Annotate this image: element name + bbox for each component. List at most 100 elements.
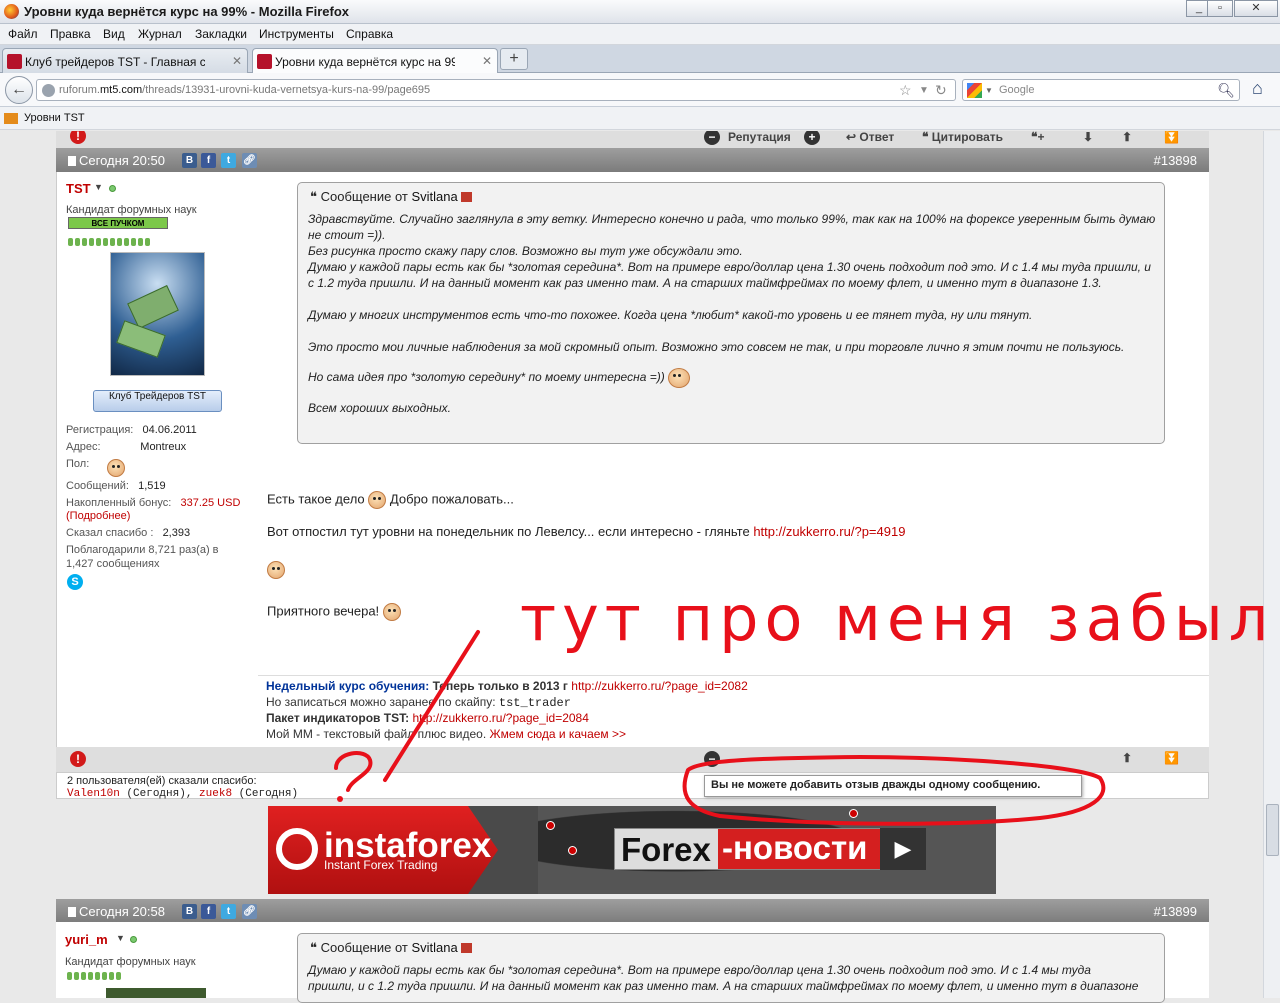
facebook-share-icon[interactable]: f <box>201 153 216 168</box>
engine-dropdown-icon[interactable]: ▼ <box>985 86 993 95</box>
maximize-button[interactable]: ▫ <box>1207 0 1233 17</box>
reload-icon[interactable]: ↻ <box>935 82 947 99</box>
close-tab-icon[interactable]: ✕ <box>232 54 242 68</box>
levels-link[interactable]: http://zukkerro.ru/?p=4919 <box>753 524 905 539</box>
menu-edit[interactable]: Правка <box>50 27 91 41</box>
firefox-icon <box>4 4 19 19</box>
view-post-icon[interactable] <box>461 192 473 202</box>
map-marker <box>546 821 555 830</box>
reputation-button[interactable]: Репутация <box>728 131 791 144</box>
new-tab-button[interactable]: + <box>500 48 528 70</box>
menu-help[interactable]: Справка <box>346 27 393 41</box>
thanks-users: Valen10n (Сегодня), zuek8 (Сегодня) <box>67 788 299 800</box>
link-icon[interactable]: 🔗︎ <box>242 153 257 168</box>
view-post-icon[interactable] <box>461 943 473 953</box>
menu-bar: Файл Правка Вид Журнал Закладки Инструме… <box>0 24 1280 45</box>
download-link[interactable]: Жмем сюда и качаем >> <box>490 727 627 741</box>
vertical-scrollbar[interactable] <box>1263 131 1280 998</box>
close-tab-icon[interactable]: ✕ <box>482 54 492 68</box>
reputation-minus-icon[interactable]: − <box>704 751 720 767</box>
back-button[interactable]: ← <box>5 76 33 104</box>
search-box[interactable]: ▼ Google 🔍︎ <box>962 79 1240 101</box>
play-icon[interactable]: ▶ <box>880 828 926 870</box>
instaforex-banner[interactable]: instaforex Instant Forex Trading Forex -… <box>268 806 996 894</box>
menu-bookmarks[interactable]: Закладки <box>195 27 247 41</box>
url-text: ruforum.mt5.com/threads/13931-urovni-kud… <box>59 84 431 96</box>
post-number[interactable]: #13898 <box>1154 153 1197 168</box>
quote-text: Здравствуйте. Случайно заглянула в эту в… <box>308 212 1156 415</box>
twitter-share-icon[interactable]: t <box>221 904 236 919</box>
multiquote-icon[interactable]: ❝+ <box>1031 131 1044 144</box>
reply-button[interactable]: ↩ Ответ <box>846 131 894 144</box>
search-placeholder: Google <box>999 84 1035 96</box>
username-link[interactable]: yuri_m <box>65 932 108 947</box>
skype-icon[interactable]: S <box>67 574 83 590</box>
course-link[interactable]: http://zukkerro.ru/?page_id=2082 <box>571 679 747 693</box>
collapse-icon[interactable]: ⏬ <box>1164 751 1179 765</box>
sex-info: Пол: <box>66 458 90 470</box>
sig-line-3: Пакет индикаторов TST: http://zukkerro.r… <box>266 711 589 725</box>
smiley-icon <box>382 603 401 621</box>
reputation-plus-icon[interactable]: + <box>804 131 820 145</box>
menu-history[interactable]: Журнал <box>138 27 182 41</box>
address-bar[interactable]: ruforum.mt5.com/threads/13931-urovni-kud… <box>36 79 956 101</box>
collapse-icon[interactable]: ⏬ <box>1164 131 1179 144</box>
tab-current-thread[interactable]: Уровни куда вернётся курс на 99% ✕ <box>252 48 498 74</box>
report-icon[interactable]: ! <box>70 751 86 767</box>
close-window-button[interactable]: ✕ <box>1234 0 1278 17</box>
tab-label: Уровни куда вернётся курс на 99% <box>275 55 455 69</box>
news-word-novosti: -новости <box>718 829 880 869</box>
search-icon[interactable]: 🔍︎ <box>1217 82 1235 99</box>
user-rank: Кандидат форумных наук <box>65 956 196 968</box>
twitter-share-icon[interactable]: t <box>221 153 236 168</box>
map-marker <box>568 846 577 855</box>
report-icon[interactable]: ! <box>70 131 86 144</box>
quote-button[interactable]: ❝ Цитировать <box>922 131 1003 144</box>
post-header-13898: Сегодня 20:50 B f t 🔗︎ #13898 <box>56 148 1209 173</box>
club-tst-badge[interactable]: Клуб Трейдеров TST <box>93 390 222 412</box>
sig-line-1: Недельный курс обучения: Теперь только в… <box>266 679 748 693</box>
down-arrow-icon[interactable]: ⬇ <box>1083 131 1093 144</box>
post-line-2: Вот отпостил тут уровни на понедельник п… <box>267 524 906 539</box>
menu-file[interactable]: Файл <box>8 27 38 41</box>
user-menu-dropdown-icon[interactable]: ▼ <box>116 933 125 943</box>
quote-block-2: ❝ Сообщение от Svitlana Думаю у каждой п… <box>297 933 1165 1003</box>
home-icon[interactable]: ⌂ <box>1252 78 1263 99</box>
scrollbar-thumb[interactable] <box>1266 804 1279 856</box>
bonus-details-link[interactable]: (Подробнее) <box>66 510 130 522</box>
reputation-minus-icon[interactable]: − <box>704 131 720 145</box>
rss-icon <box>4 113 18 124</box>
user-avatar[interactable] <box>110 252 205 376</box>
user-panel-2: yuri_m ▼ Кандидат форумных наук <box>56 922 258 998</box>
vk-share-icon[interactable]: B <box>182 904 197 919</box>
post-date: Сегодня 20:58 <box>68 904 165 919</box>
username-link[interactable]: TST <box>66 181 91 196</box>
star-icon[interactable]: ☆ <box>899 82 912 99</box>
globe-icon <box>42 84 55 97</box>
up-arrow-icon[interactable]: ⬆ <box>1122 751 1132 765</box>
tab-label: Клуб трейдеров TST - Главная стран... <box>25 55 205 69</box>
navigation-bar: ← ruforum.mt5.com/threads/13931-urovni-k… <box>0 73 1280 107</box>
vk-share-icon[interactable]: B <box>182 153 197 168</box>
facebook-share-icon[interactable]: f <box>201 904 216 919</box>
reputation-pips <box>67 969 123 983</box>
thanks-user-link[interactable]: Valen10n <box>67 788 120 800</box>
user-menu-dropdown-icon[interactable]: ▼ <box>94 182 103 192</box>
link-icon[interactable]: 🔗︎ <box>242 904 257 919</box>
site-favicon <box>257 54 272 69</box>
male-icon <box>107 459 125 477</box>
menu-tools[interactable]: Инструменты <box>259 27 334 41</box>
indicators-link[interactable]: http://zukkerro.ru/?page_id=2084 <box>412 711 588 725</box>
post-line-1: Есть такое дело Добро пожаловать... <box>267 491 514 509</box>
tab-bar: Клуб трейдеров TST - Главная стран... ✕ … <box>0 45 1280 74</box>
bookmark-urovni-tst[interactable]: Уровни TST <box>24 112 85 124</box>
up-arrow-icon[interactable]: ⬆ <box>1122 131 1132 144</box>
dropdown-icon[interactable]: ▼ <box>919 85 929 96</box>
tab-club-home[interactable]: Клуб трейдеров TST - Главная стран... ✕ <box>2 48 248 73</box>
post-number[interactable]: #13899 <box>1154 904 1197 919</box>
post-toolbar-top: ! − Репутация + ↩ Ответ ❝ Цитировать ❝+ … <box>56 131 1209 148</box>
title-bar: Уровни куда вернётся курс на 99% - Mozil… <box>0 0 1280 24</box>
thanks-user-link[interactable]: zuek8 <box>199 788 232 800</box>
user-avatar[interactable] <box>106 988 206 998</box>
menu-view[interactable]: Вид <box>103 27 125 41</box>
